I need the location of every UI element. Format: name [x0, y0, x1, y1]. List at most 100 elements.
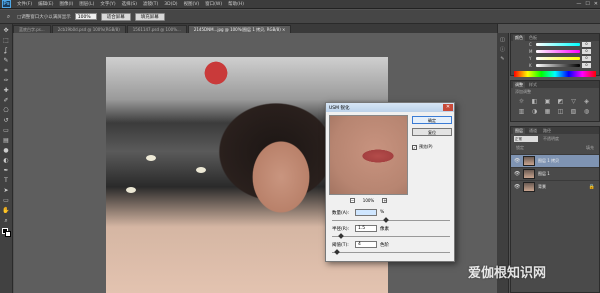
- menu-layer[interactable]: 图层(L): [76, 1, 97, 7]
- pen-icon[interactable]: ✒: [2, 166, 11, 175]
- adjustment-icon[interactable]: ◫: [556, 108, 565, 115]
- menu-file[interactable]: 文件(F): [14, 1, 35, 7]
- slider-track[interactable]: [536, 50, 580, 53]
- healing-icon[interactable]: ✚: [2, 86, 11, 95]
- tab-adjustments[interactable]: 调整: [513, 81, 525, 88]
- threshold-input[interactable]: 4: [355, 241, 377, 248]
- move-icon[interactable]: ✥: [2, 26, 11, 35]
- blur-icon[interactable]: ●: [2, 146, 11, 155]
- filter-preview[interactable]: [329, 115, 408, 195]
- menu-window[interactable]: 窗口(W): [202, 1, 225, 7]
- threshold-slider-knob[interactable]: [334, 249, 340, 255]
- amount-slider-knob[interactable]: [383, 217, 389, 223]
- color-spectrum[interactable]: [514, 71, 596, 77]
- slider-value[interactable]: 0: [582, 63, 591, 68]
- history-brush-icon[interactable]: ↺: [2, 116, 11, 125]
- slider-magenta[interactable]: M 0: [511, 48, 599, 55]
- adjustment-icon[interactable]: ◈: [582, 98, 591, 105]
- adjustment-icon[interactable]: ◑: [530, 108, 539, 115]
- menu-3d[interactable]: 3D(D): [161, 2, 180, 7]
- adjustment-icon[interactable]: ◧: [530, 98, 539, 105]
- slider-cyan[interactable]: C 0: [511, 41, 599, 48]
- reset-button[interactable]: 复位: [412, 128, 452, 136]
- slider-yellow[interactable]: Y 0: [511, 55, 599, 62]
- hand-icon[interactable]: ✋: [2, 206, 11, 215]
- dodge-icon[interactable]: ◐: [2, 156, 11, 165]
- menu-image[interactable]: 图像(I): [56, 1, 76, 7]
- path-select-icon[interactable]: ➤: [2, 186, 11, 195]
- zoom-tool-icon[interactable]: ⌕: [4, 12, 13, 21]
- gradient-icon[interactable]: ▤: [2, 136, 11, 145]
- tab-channels[interactable]: 通道: [527, 128, 539, 134]
- slider-black[interactable]: K 0: [511, 62, 599, 69]
- adjustment-icon[interactable]: ◍: [582, 108, 591, 115]
- brush-icon[interactable]: ✐: [2, 96, 11, 105]
- dialog-titlebar[interactable]: USM 锐化 ✕: [326, 103, 454, 112]
- eye-icon[interactable]: 👁: [514, 184, 520, 190]
- slider-value[interactable]: 0: [582, 49, 591, 54]
- eyedropper-icon[interactable]: ✑: [2, 76, 11, 85]
- tab-color[interactable]: 颜色: [513, 34, 525, 41]
- layer-row[interactable]: 👁 图层 1 拷贝: [511, 154, 599, 167]
- eye-icon[interactable]: 👁: [514, 158, 520, 164]
- tab-document-2[interactable]: 2cb19b0d.psd @ 100%(RGB/8): [51, 25, 126, 33]
- menu-filter[interactable]: 滤镜(T): [140, 1, 161, 7]
- minimize-icon[interactable]: —: [576, 1, 581, 7]
- menu-type[interactable]: 文字(Y): [97, 1, 118, 7]
- tab-paths[interactable]: 路径: [541, 128, 553, 134]
- tab-swatches[interactable]: 色板: [527, 35, 539, 41]
- zoom-in-button[interactable]: +: [382, 198, 388, 203]
- adjustment-icon[interactable]: ▣: [543, 98, 552, 105]
- tab-styles[interactable]: 样式: [527, 82, 539, 88]
- history-icon[interactable]: ◫: [500, 37, 505, 43]
- marquee-icon[interactable]: ⬚: [2, 36, 11, 45]
- adjustment-icon[interactable]: ▽: [569, 98, 578, 105]
- tab-document-active[interactable]: 2145DNM...jpg @ 100%(图层 1 拷贝, RGB/8) ×: [187, 25, 292, 33]
- layer-name[interactable]: 背景: [538, 184, 546, 190]
- layer-name[interactable]: 图层 1 拷贝: [538, 158, 559, 164]
- lasso-icon[interactable]: ʆ: [2, 46, 11, 55]
- dialog-close-icon[interactable]: ✕: [443, 104, 453, 111]
- adjustment-icon[interactable]: ▧: [569, 108, 578, 115]
- radius-input[interactable]: 1.5: [355, 225, 377, 232]
- tab-layers[interactable]: 图层: [513, 127, 525, 134]
- preview-checkbox[interactable]: ✓ 预览(P): [412, 144, 433, 150]
- radius-slider[interactable]: [332, 233, 450, 239]
- checkbox-box[interactable]: ✓: [412, 144, 417, 150]
- info-icon[interactable]: ⓘ: [500, 46, 505, 53]
- crop-icon[interactable]: ⌗: [2, 66, 11, 75]
- stamp-icon[interactable]: ⎔: [2, 106, 11, 115]
- fill-screen-button[interactable]: 填充屏幕: [134, 12, 165, 21]
- adjustment-icon[interactable]: ☼: [517, 98, 526, 105]
- eraser-icon[interactable]: ▭: [2, 126, 11, 135]
- tab-document-1[interactable]: 蓝底白字.ps...: [13, 25, 51, 33]
- slider-track[interactable]: [536, 43, 580, 46]
- adjustment-icon[interactable]: ▦: [543, 108, 552, 115]
- slider-value[interactable]: 0: [582, 56, 591, 61]
- blend-mode-select[interactable]: 正常: [514, 136, 538, 142]
- layer-row[interactable]: 👁 背景 🔒: [511, 180, 599, 193]
- eye-icon[interactable]: 👁: [514, 171, 520, 177]
- zoom-icon[interactable]: ⌕: [2, 216, 11, 225]
- layer-row[interactable]: 👁 图层 1: [511, 167, 599, 180]
- maximize-icon[interactable]: ☐: [585, 1, 589, 7]
- adjustment-icon[interactable]: ▥: [517, 108, 526, 115]
- ok-button[interactable]: 确定: [412, 116, 452, 124]
- threshold-slider[interactable]: [332, 249, 450, 255]
- color-swatches[interactable]: [1, 228, 11, 237]
- menu-select[interactable]: 选择(S): [119, 1, 140, 7]
- tab-document-3[interactable]: 1561147.psd @ 100%...: [126, 25, 187, 33]
- radius-slider-knob[interactable]: [338, 233, 344, 239]
- zoom-value-field[interactable]: 100%: [74, 13, 97, 20]
- close-icon[interactable]: ✕: [594, 1, 598, 7]
- type-icon[interactable]: T: [2, 176, 11, 185]
- zoom-out-button[interactable]: −: [349, 198, 355, 203]
- background-color[interactable]: [4, 231, 11, 237]
- slider-track[interactable]: [536, 57, 580, 60]
- slider-track[interactable]: [536, 64, 580, 67]
- menu-edit[interactable]: 编辑(E): [35, 1, 56, 7]
- adjustment-icon[interactable]: ◩: [556, 98, 565, 105]
- quick-select-icon[interactable]: ✎: [2, 56, 11, 65]
- menu-view[interactable]: 视图(V): [181, 1, 203, 7]
- menu-help[interactable]: 帮助(H): [225, 1, 247, 7]
